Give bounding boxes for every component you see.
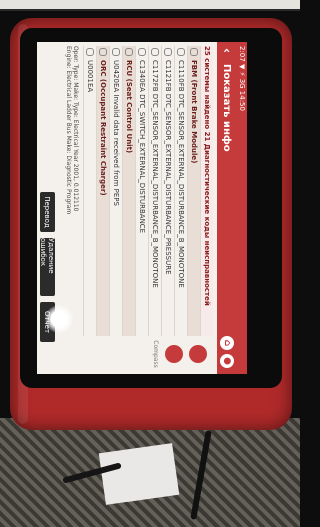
radio-icon <box>99 48 107 56</box>
dtc-row-text: U0420EA Invalid data received from PEPS <box>112 60 120 206</box>
dtc-row-text: C1340EA DTC_SWITCH_EXTERNAL_DISTURBANCE <box>138 60 146 234</box>
light-glare <box>45 305 73 333</box>
back-icon[interactable]: ‹ <box>220 48 234 60</box>
status-text: 2:07 ▼ ⚡ 3G 14:50 <box>238 46 246 111</box>
app-header: ‹ Показать инфо ⌂ ● <box>217 42 237 374</box>
page-title: Показать инфо <box>221 64 233 152</box>
dtc-summary: 25 системы найдено 21 Диагностические ко… <box>200 46 213 336</box>
right-panel-label: Compass <box>152 340 159 368</box>
info-icon[interactable] <box>165 345 183 363</box>
background-paper <box>98 443 180 505</box>
dtc-section-row[interactable]: ORC (Occupant Restraint Charger) <box>96 46 109 336</box>
dtc-row-text: C1121FB DTC_SENSOR_EXTERNAL_DISTURBANCE_… <box>164 60 172 275</box>
radio-icon <box>177 48 185 56</box>
user-icon[interactable]: ● <box>220 354 234 368</box>
radio-icon <box>138 48 146 56</box>
report-button[interactable]: Перевод <box>40 192 55 232</box>
dtc-row[interactable]: C1110FB DTC_SENSOR_EXTERNAL_DISTURBANCE_… <box>174 46 187 336</box>
right-panel: Compass <box>41 338 213 370</box>
dtc-row[interactable]: U0420EA Invalid data received from PEPS <box>109 46 122 336</box>
radio-icon <box>151 48 159 56</box>
dtc-row[interactable]: C1172FB DTC_SENSOR_EXTERNAL_DISTURBANCE_… <box>148 46 161 336</box>
dtc-row-text: C1172FB DTC_SENSOR_EXTERNAL_DISTURBANCE_… <box>151 60 159 288</box>
vehicle-info-line-2: Engine: Electrical Ladder Bus Make: Diag… <box>65 46 72 215</box>
radio-icon <box>112 48 120 56</box>
dtc-row[interactable]: C1340EA DTC_SWITCH_EXTERNAL_DISTURBANCE <box>135 46 148 336</box>
dtc-row-text: FBM (Front Brake Module) <box>190 60 198 164</box>
vehicle-info-line-1: Oper: Type: Make: Type: Electrical Year … <box>72 46 79 212</box>
vehicle-info: Oper: Type: Make: Type: Electrical Year … <box>57 46 79 246</box>
clear-errors-button[interactable]: Удаление ошибок <box>40 238 56 296</box>
dtc-section-row[interactable]: RCU (Seat Control Unit) <box>122 46 135 336</box>
dtc-row-text: C1110FB DTC_SENSOR_EXTERNAL_DISTURBANCE_… <box>177 60 185 288</box>
dtc-section-row[interactable]: FBM (Front Brake Module) <box>187 46 200 336</box>
radio-icon <box>86 48 94 56</box>
dtc-summary-text: 25 системы найдено 21 Диагностические ко… <box>203 46 211 306</box>
radio-icon <box>164 48 172 56</box>
radio-icon <box>190 48 198 56</box>
radio-icon <box>125 48 133 56</box>
dtc-row[interactable]: C1121FB DTC_SENSOR_EXTERNAL_DISTURBANCE_… <box>161 46 174 336</box>
settings-icon[interactable] <box>189 345 207 363</box>
dtc-row[interactable]: U0001EA <box>83 46 96 336</box>
dtc-row-text: U0001EA <box>86 60 94 93</box>
dtc-row-text: RCU (Seat Control Unit) <box>125 60 133 154</box>
dtc-row-text: ORC (Occupant Restraint Charger) <box>99 60 107 196</box>
status-bar: 2:07 ▼ ⚡ 3G 14:50 <box>237 42 247 374</box>
background-divider <box>0 9 300 11</box>
home-icon[interactable]: ⌂ <box>220 336 234 350</box>
